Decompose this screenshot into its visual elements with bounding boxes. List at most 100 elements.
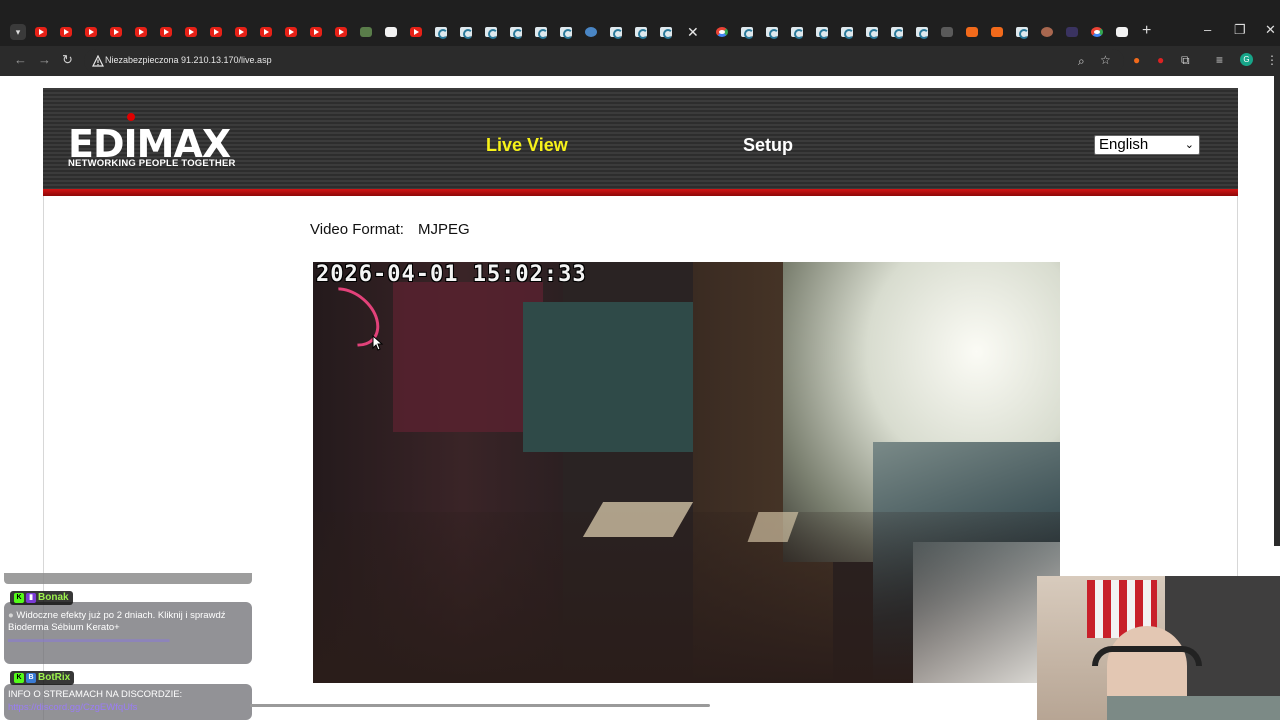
map-icon bbox=[360, 27, 372, 37]
back-icon[interactable]: ← bbox=[14, 52, 27, 67]
browser-tab[interactable] bbox=[989, 24, 1005, 40]
browser-tab[interactable] bbox=[33, 24, 49, 40]
nav-live-view[interactable]: Live View bbox=[486, 135, 568, 156]
profile-avatar[interactable]: G bbox=[1240, 53, 1253, 66]
browser-tab[interactable] bbox=[633, 24, 649, 40]
restore-icon[interactable]: ❐ bbox=[1234, 22, 1246, 38]
browser-tab[interactable] bbox=[283, 24, 299, 40]
reload-icon[interactable]: ↻ bbox=[62, 52, 73, 68]
browser-tab[interactable] bbox=[458, 24, 474, 40]
browser-tab[interactable] bbox=[608, 24, 624, 40]
browser-tab[interactable] bbox=[258, 24, 274, 40]
browser-tab[interactable] bbox=[433, 24, 449, 40]
browser-tab[interactable] bbox=[789, 24, 805, 40]
browser-tab[interactable] bbox=[739, 24, 755, 40]
browser-tab[interactable] bbox=[914, 24, 930, 40]
browser-tab[interactable] bbox=[508, 24, 524, 40]
browser-tab[interactable] bbox=[583, 24, 599, 40]
browser-tab[interactable] bbox=[58, 24, 74, 40]
url-text[interactable]: 91.210.13.170/live.asp bbox=[181, 55, 272, 65]
browser-tab[interactable] bbox=[408, 24, 424, 40]
browser-tab[interactable] bbox=[964, 24, 980, 40]
browser-tab[interactable] bbox=[1089, 24, 1105, 40]
browser-tab[interactable] bbox=[183, 24, 199, 40]
browser-tab[interactable] bbox=[814, 24, 830, 40]
browser-tab[interactable] bbox=[383, 24, 399, 40]
browser-tab[interactable] bbox=[308, 24, 324, 40]
globe-icon bbox=[585, 27, 597, 37]
youtube-icon bbox=[285, 27, 297, 37]
security-label[interactable]: Niezabezpieczona bbox=[105, 55, 179, 65]
browser-tab[interactable] bbox=[764, 24, 780, 40]
browser-tab[interactable] bbox=[1064, 24, 1080, 40]
google-icon bbox=[716, 27, 728, 37]
tab-search-icon[interactable]: ▾ bbox=[10, 24, 26, 40]
youtube-icon bbox=[235, 27, 247, 37]
bot-badge-icon: B bbox=[26, 673, 36, 683]
extensions-puzzle-icon[interactable]: ⧉ bbox=[1181, 53, 1190, 68]
youtube-icon bbox=[110, 27, 122, 37]
browser-tab[interactable] bbox=[658, 24, 674, 40]
streamer-webcam bbox=[1037, 576, 1280, 720]
browser-tab[interactable] bbox=[483, 24, 499, 40]
nav-setup[interactable]: Setup bbox=[743, 135, 793, 156]
browser-tab[interactable] bbox=[208, 24, 224, 40]
kick-badge-icon: K bbox=[14, 673, 24, 683]
chevron-down-icon: ⌄ bbox=[1184, 139, 1194, 151]
browser-tab[interactable] bbox=[558, 24, 574, 40]
chat-link-2[interactable]: https://discord.gg/CzgEWfqUfs bbox=[8, 702, 248, 714]
browser-tab-strip: ▾ ✕ + – ❐ ✕ bbox=[0, 0, 1280, 46]
media-control-icon[interactable]: ≡ bbox=[1216, 53, 1223, 67]
youtube-icon bbox=[185, 27, 197, 37]
chat-username-1: K ▮ Bonak bbox=[10, 591, 73, 605]
youtube-icon bbox=[35, 27, 47, 37]
mouse-cursor-icon bbox=[372, 335, 384, 351]
edimax-icon bbox=[510, 27, 523, 39]
sub-badge-icon: ▮ bbox=[26, 593, 36, 603]
browser-tab[interactable] bbox=[133, 24, 149, 40]
youtube-icon bbox=[60, 27, 72, 37]
bookmark-star-icon[interactable]: ☆ bbox=[1100, 53, 1111, 67]
edimax-icon bbox=[535, 27, 548, 39]
extension-brave-icon[interactable]: ● bbox=[1133, 53, 1140, 67]
minimize-icon[interactable]: – bbox=[1204, 22, 1211, 37]
browser-tab[interactable] bbox=[1014, 24, 1030, 40]
browser-tab[interactable] bbox=[108, 24, 124, 40]
language-selected: English bbox=[1099, 136, 1149, 153]
browser-tab[interactable] bbox=[1039, 24, 1055, 40]
browser-tab[interactable] bbox=[358, 24, 374, 40]
zoom-icon[interactable]: ⌕ bbox=[1078, 54, 1085, 69]
edimax-icon bbox=[891, 27, 904, 39]
browser-tab[interactable] bbox=[158, 24, 174, 40]
extension-block-icon[interactable]: ● bbox=[1157, 53, 1164, 67]
purple-icon bbox=[1066, 27, 1078, 37]
chat-overlay-top bbox=[4, 573, 252, 584]
close-icon[interactable]: ✕ bbox=[687, 24, 699, 40]
vertical-scrollbar[interactable] bbox=[1274, 76, 1280, 546]
browser-tab[interactable]: ✕ bbox=[683, 24, 705, 40]
browser-tab[interactable] bbox=[333, 24, 349, 40]
browser-tab[interactable] bbox=[533, 24, 549, 40]
warning-icon[interactable] bbox=[92, 55, 104, 67]
youtube-icon bbox=[210, 27, 222, 37]
forward-icon[interactable]: → bbox=[38, 52, 51, 67]
browser-tab[interactable] bbox=[889, 24, 905, 40]
browser-tab[interactable] bbox=[83, 24, 99, 40]
camera-live-feed[interactable] bbox=[313, 262, 1060, 683]
browser-tab[interactable] bbox=[714, 24, 730, 40]
browser-tab[interactable] bbox=[839, 24, 855, 40]
horizontal-scrollbar[interactable] bbox=[250, 704, 710, 707]
orange-icon bbox=[991, 27, 1003, 37]
orange-icon bbox=[966, 27, 978, 37]
page-icon bbox=[385, 27, 397, 37]
browser-menu-icon[interactable]: ⋮ bbox=[1266, 53, 1278, 67]
avatar-icon bbox=[1041, 27, 1053, 37]
logo-tagline: NETWORKING PEOPLE TOGETHER bbox=[68, 158, 236, 169]
new-tab-button[interactable]: + bbox=[1142, 22, 1151, 40]
language-select[interactable]: English ⌄ bbox=[1094, 135, 1200, 155]
browser-tab[interactable] bbox=[864, 24, 880, 40]
browser-tab[interactable] bbox=[1114, 24, 1130, 40]
browser-tab[interactable] bbox=[939, 24, 955, 40]
window-close-icon[interactable]: ✕ bbox=[1265, 22, 1276, 38]
browser-tab[interactable] bbox=[233, 24, 249, 40]
